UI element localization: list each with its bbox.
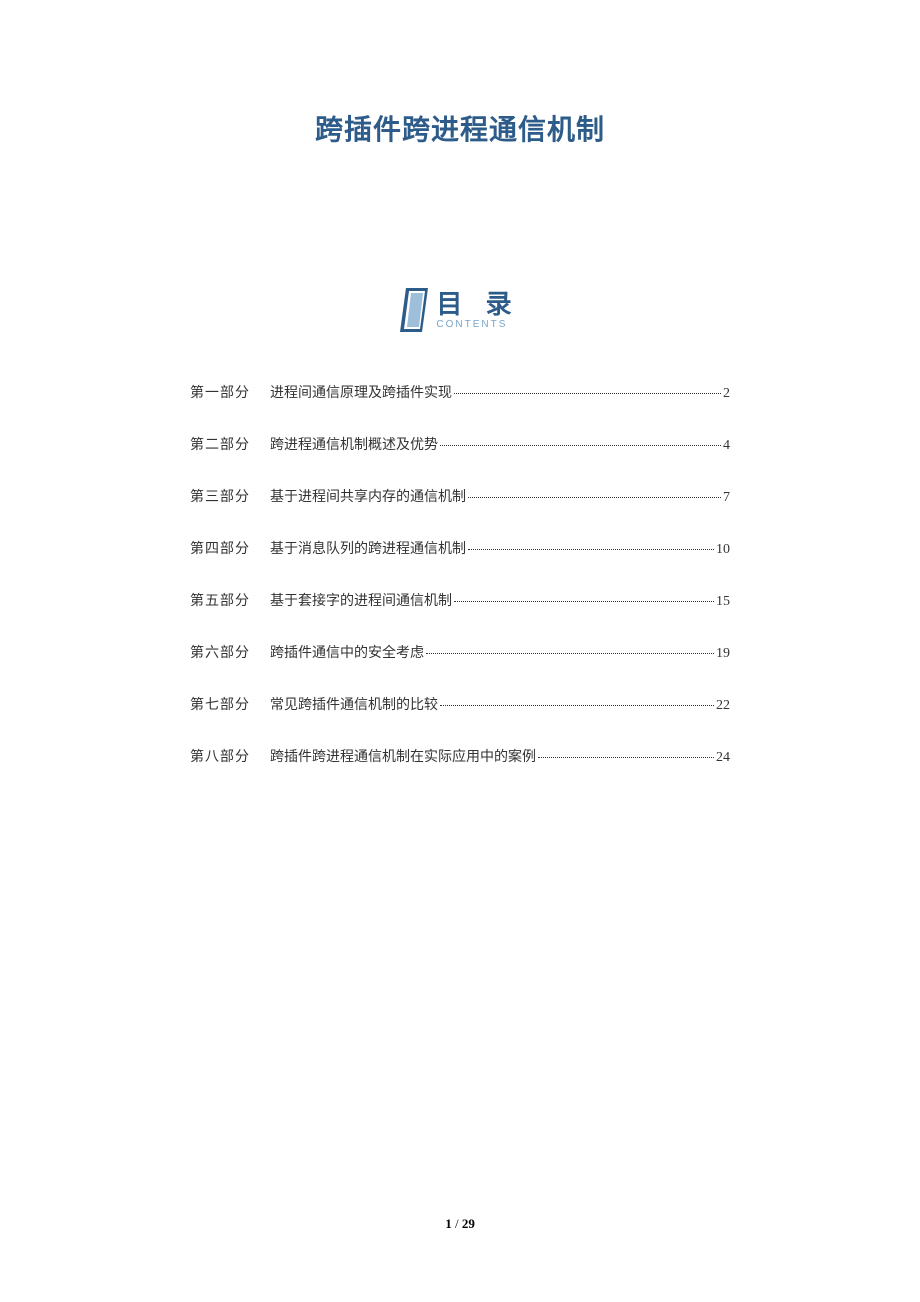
toc-entry[interactable]: 第六部分 跨插件通信中的安全考虑 19	[190, 642, 730, 662]
toc-leader-dots	[440, 445, 721, 446]
toc-part-label: 第一部分	[190, 382, 250, 402]
toc-chapter-title: 跨插件跨进程通信机制在实际应用中的案例	[270, 746, 536, 766]
toc-chapter-title: 跨插件通信中的安全考虑	[270, 642, 424, 662]
toc-page-number: 15	[716, 594, 730, 610]
toc-entry[interactable]: 第一部分 进程间通信原理及跨插件实现 2	[190, 382, 730, 402]
toc-header: 目 录 CONTENTS	[120, 288, 800, 332]
toc-leader-dots	[538, 757, 714, 758]
toc-chapter-title: 跨进程通信机制概述及优势	[270, 434, 438, 454]
toc-part-label: 第二部分	[190, 434, 250, 454]
toc-leader-dots	[454, 601, 714, 602]
toc-part-label: 第八部分	[190, 746, 250, 766]
toc-page-number: 10	[716, 542, 730, 558]
toc-part-label: 第五部分	[190, 590, 250, 610]
toc-entry[interactable]: 第八部分 跨插件跨进程通信机制在实际应用中的案例 24	[190, 746, 730, 766]
toc-page-number: 7	[723, 490, 730, 506]
toc-part-label: 第四部分	[190, 538, 250, 558]
toc-entry[interactable]: 第四部分 基于消息队列的跨进程通信机制 10	[190, 538, 730, 558]
page-separator: /	[452, 1216, 462, 1231]
toc-title-group: 目 录 CONTENTS	[436, 291, 519, 330]
toc-page-number: 2	[723, 386, 730, 402]
toc-page-number: 24	[716, 750, 730, 766]
toc-leader-dots	[454, 393, 721, 394]
toc-entry[interactable]: 第五部分 基于套接字的进程间通信机制 15	[190, 590, 730, 610]
toc-page-number: 22	[716, 698, 730, 714]
toc-chapter-title: 基于进程间共享内存的通信机制	[270, 486, 466, 506]
page-total: 29	[462, 1216, 475, 1231]
toc-part-label: 第七部分	[190, 694, 250, 714]
toc-page-number: 4	[723, 438, 730, 454]
toc-chapter-title: 基于套接字的进程间通信机制	[270, 590, 452, 610]
toc-part-label: 第六部分	[190, 642, 250, 662]
toc-chapter-title: 基于消息队列的跨进程通信机制	[270, 538, 466, 558]
toc-title-chinese: 目 录	[436, 291, 519, 317]
toc-leader-dots	[468, 549, 714, 550]
toc-chapter-title: 常见跨插件通信机制的比较	[270, 694, 438, 714]
toc-title-english: CONTENTS	[436, 319, 507, 330]
toc-chapter-title: 进程间通信原理及跨插件实现	[270, 382, 452, 402]
document-title: 跨插件跨进程通信机制	[120, 108, 800, 148]
toc-entry[interactable]: 第二部分 跨进程通信机制概述及优势 4	[190, 434, 730, 454]
toc-entry[interactable]: 第三部分 基于进程间共享内存的通信机制 7	[190, 486, 730, 506]
toc-parallelogram-icon	[400, 288, 428, 332]
toc-leader-dots	[468, 497, 721, 498]
toc-page-number: 19	[716, 646, 730, 662]
toc-leader-dots	[440, 705, 714, 706]
document-page: 跨插件跨进程通信机制 目 录 CONTENTS 第一部分 进程间通信原理及跨插件…	[0, 0, 920, 766]
toc-leader-dots	[426, 653, 714, 654]
toc-part-label: 第三部分	[190, 486, 250, 506]
toc-list: 第一部分 进程间通信原理及跨插件实现 2 第二部分 跨进程通信机制概述及优势 4…	[120, 382, 800, 766]
toc-entry[interactable]: 第七部分 常见跨插件通信机制的比较 22	[190, 694, 730, 714]
page-footer: 1 / 29	[0, 1216, 920, 1232]
